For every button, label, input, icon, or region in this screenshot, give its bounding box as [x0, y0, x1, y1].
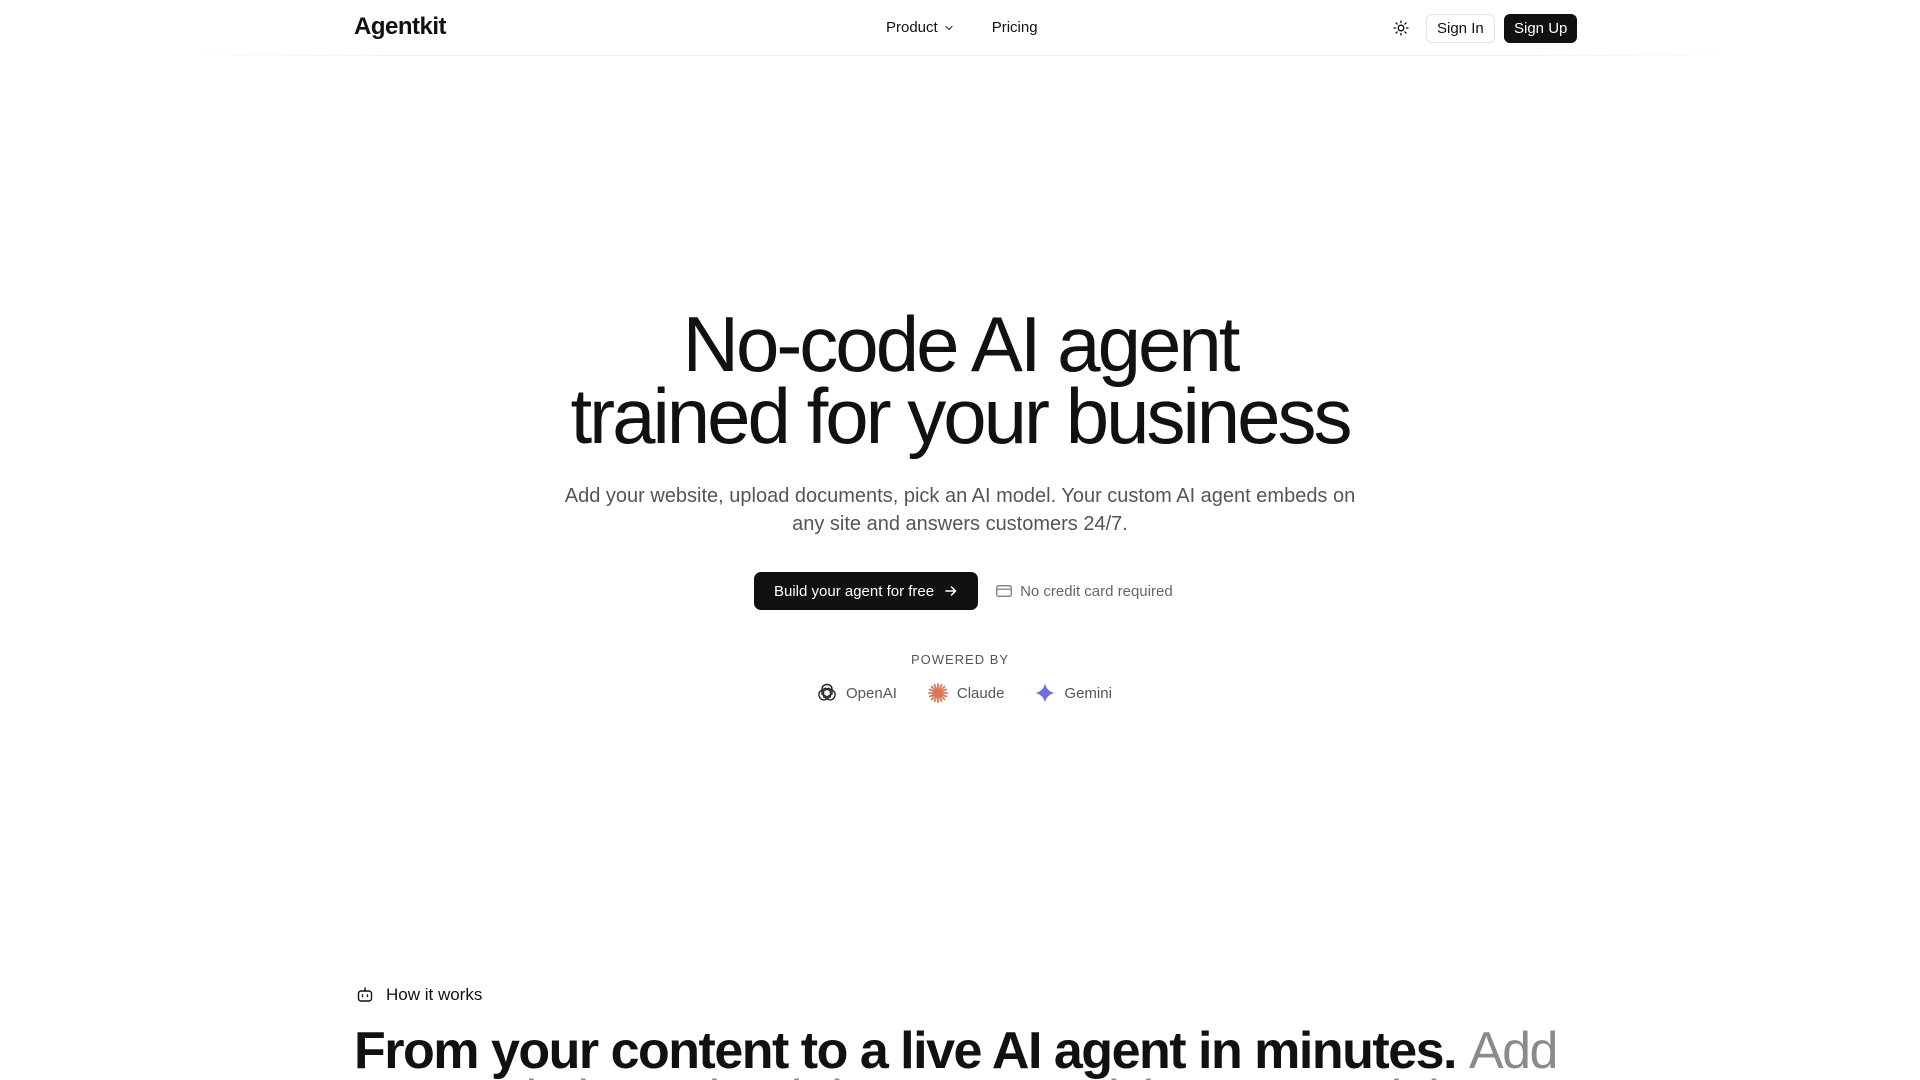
hero-title-line-1: No-code AI agent: [682, 300, 1241, 388]
sign-in-button[interactable]: Sign In: [1426, 14, 1495, 43]
provider-name: OpenAI: [846, 684, 897, 702]
nav-item-label: Pricing: [991, 19, 1038, 36]
logo[interactable]: Agentkit: [354, 11, 447, 43]
site-header: Agentkit Product Pricing Sign In Sign Up: [0, 0, 1920, 56]
credit-card-icon: [996, 585, 1012, 597]
no-credit-card-text: No credit card required: [1020, 582, 1173, 600]
nav-item-product[interactable]: Product: [886, 17, 954, 39]
main-nav: Product Pricing: [886, 17, 1038, 39]
provider-name: Gemini: [1064, 684, 1112, 702]
build-agent-button[interactable]: Build your agent for free: [754, 572, 979, 610]
no-credit-card-note: No credit card required: [996, 583, 1173, 600]
provider-claude: Claude: [927, 682, 1005, 704]
hero-title: No-code AI agent trained for your busine…: [0, 300, 1920, 460]
arrow-right-icon: [945, 586, 957, 596]
provider-gemini: Gemini: [1034, 682, 1112, 704]
nav-item-label: Product: [886, 19, 938, 36]
section-heading: From your content to a live AI agent in …: [354, 1020, 1574, 1080]
claude-icon: [927, 683, 948, 703]
provider-openai: OpenAI: [816, 682, 897, 704]
provider-list: OpenAI Claude Gemini: [816, 682, 1112, 704]
openai-icon: [818, 683, 836, 701]
sun-icon: [1393, 20, 1409, 36]
cta-row: Build your agent for free No credit card…: [754, 572, 1173, 610]
hero-subtitle: Add your website, upload documents, pick…: [564, 485, 1356, 535]
section-heading-line-2-text: your website, upload documents, pick an …: [354, 1072, 1453, 1080]
section-heading-line-2: your website, upload documents, pick an …: [354, 1072, 1574, 1080]
build-agent-label: Build your agent for free: [774, 582, 935, 600]
nav-item-pricing[interactable]: Pricing: [992, 17, 1038, 39]
provider-name: Claude: [956, 684, 1005, 702]
powered-by-label: POWERED BY: [910, 652, 1010, 667]
chevron-down-icon: [945, 25, 953, 31]
theme-toggle-button[interactable]: [1390, 17, 1412, 39]
how-it-works-text: How it works: [386, 985, 483, 1004]
hero-title-line-2: trained for your business: [570, 372, 1352, 460]
header-divider: [176, 55, 1744, 56]
how-it-works-label: How it works: [356, 985, 482, 1005]
robot-icon: [357, 987, 373, 1002]
gemini-icon: [1035, 683, 1056, 703]
sign-up-button[interactable]: Sign Up: [1504, 14, 1578, 43]
